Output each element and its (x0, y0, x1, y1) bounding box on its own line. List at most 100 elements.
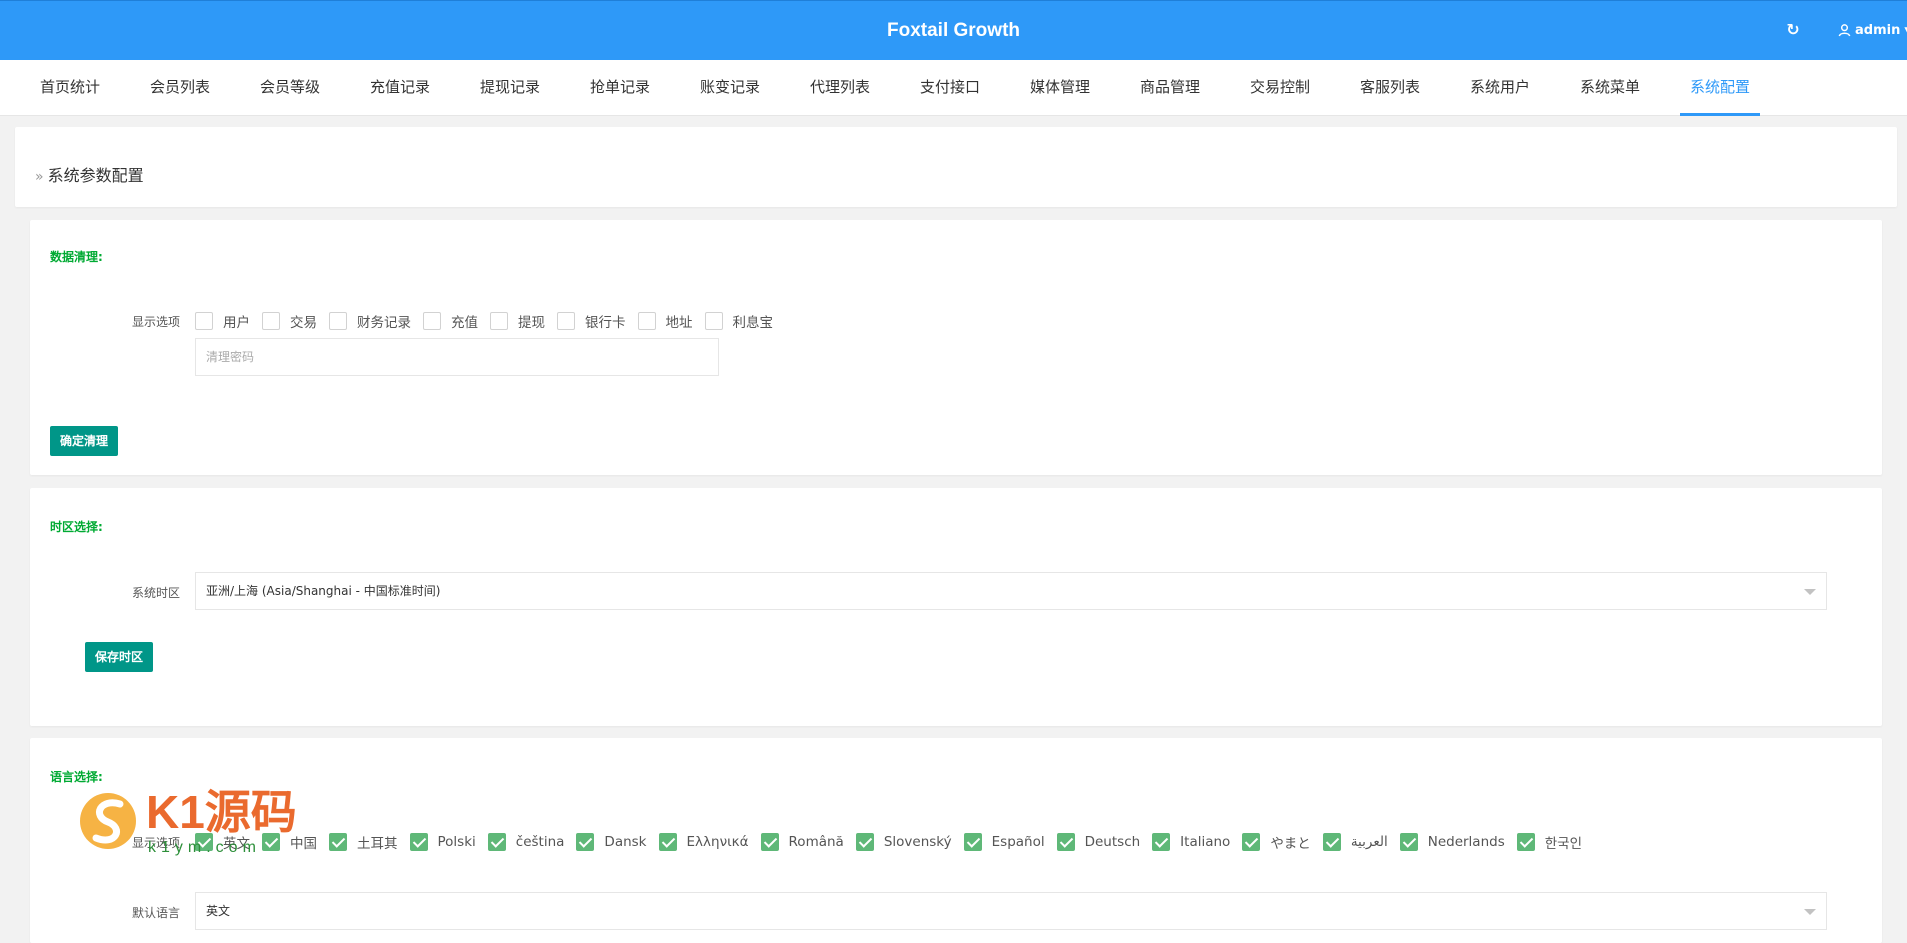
checkbox-checked-icon[interactable] (1056, 833, 1075, 851)
language-checkbox-2[interactable]: 土耳其 (329, 832, 398, 852)
language-checkbox-label: Nederlands (1427, 834, 1505, 850)
checkbox-checked-icon[interactable] (855, 833, 874, 851)
app-title: Foxtail Growth (887, 20, 1020, 41)
nav-item-1[interactable]: 会员列表 (140, 60, 220, 116)
checkbox-checked-icon[interactable] (1322, 833, 1341, 851)
language-checkbox-label: 한국인 (1544, 836, 1582, 852)
language-checkbox-13[interactable]: العربية (1322, 833, 1388, 851)
user-menu[interactable]: admin ▼ (1838, 23, 1907, 38)
checkbox-checked-icon[interactable] (760, 833, 779, 851)
clean-checkbox-label: 提现 (518, 315, 545, 331)
checkbox-checked-icon[interactable] (329, 833, 347, 851)
language-checkbox-11[interactable]: Italiano (1152, 833, 1230, 851)
nav-item-10[interactable]: 商品管理 (1130, 60, 1210, 116)
language-checkbox-15[interactable]: 한국인 (1516, 832, 1582, 852)
language-checkbox-3[interactable]: Polski (409, 833, 476, 851)
language-checkbox-label: Español (991, 834, 1045, 850)
checkbox-checked-icon[interactable] (658, 833, 677, 851)
clean-checkbox-label: 交易 (290, 315, 317, 331)
nav-item-2[interactable]: 会员等级 (250, 60, 330, 116)
language-checkbox-label: 土耳其 (357, 836, 398, 852)
checkbox-unchecked-icon[interactable] (637, 312, 656, 330)
checkbox-checked-icon[interactable] (487, 833, 506, 851)
timezone-card: 时区选择: 系统时区 亚洲/上海 (Asia/Shanghai - 中国标准时间… (30, 488, 1882, 726)
nav-item-14[interactable]: 系统菜单 (1570, 60, 1650, 116)
language-checkbox-6[interactable]: Ελληνικά (658, 833, 749, 851)
checkbox-unchecked-icon[interactable] (329, 312, 347, 330)
timezone-value: 亚洲/上海 (Asia/Shanghai - 中国标准时间) (206, 584, 441, 598)
chevron-down-icon (1804, 589, 1816, 595)
user-name: admin (1855, 23, 1901, 38)
language-checkbox-7[interactable]: Română (760, 833, 844, 851)
checkbox-checked-icon[interactable] (963, 833, 982, 851)
checkbox-checked-icon[interactable] (1152, 833, 1171, 851)
timezone-select[interactable]: 亚洲/上海 (Asia/Shanghai - 中国标准时间) (195, 572, 1827, 610)
checkbox-unchecked-icon[interactable] (195, 312, 213, 330)
checkbox-unchecked-icon[interactable] (704, 312, 723, 330)
language-checkbox-label: Dansk (604, 834, 647, 850)
clean-checkbox-label: 利息宝 (732, 315, 774, 331)
language-checkbox-8[interactable]: Slovenský (855, 833, 952, 851)
language-checkbox-12[interactable]: やまと (1242, 832, 1311, 852)
checkbox-checked-icon[interactable] (1399, 833, 1418, 851)
language-options: 英文 中国 土耳其 Polski čeština Dansk Ελληνικά Română S… (195, 832, 1594, 852)
clean-checkbox-5[interactable]: 银行卡 (557, 311, 626, 331)
data-clean-options-label: 显示选项 (131, 315, 180, 329)
checkbox-checked-icon[interactable] (409, 833, 428, 851)
checkbox-unchecked-icon[interactable] (423, 312, 441, 330)
language-checkbox-5[interactable]: Dansk (576, 833, 647, 851)
language-card: 语言选择: 显示选项 英文 中国 土耳其 Polski čeština Dansk Ελλη… (30, 738, 1882, 943)
language-checkbox-10[interactable]: Deutsch (1056, 833, 1140, 851)
user-icon (1838, 24, 1851, 37)
clean-checkbox-label: 地址 (665, 315, 693, 331)
clean-checkbox-label: 充值 (451, 315, 478, 331)
clean-checkbox-2[interactable]: 财务记录 (329, 311, 411, 331)
checkbox-unchecked-icon[interactable] (262, 312, 280, 330)
nav-item-4[interactable]: 提现记录 (470, 60, 550, 116)
nav-item-9[interactable]: 媒体管理 (1020, 60, 1100, 116)
clean-checkbox-label: 财务记录 (357, 315, 411, 331)
clean-checkbox-4[interactable]: 提现 (490, 311, 545, 331)
language-checkbox-label: Slovenský (883, 834, 952, 850)
language-checkbox-label: العربية (1350, 834, 1388, 850)
language-checkbox-9[interactable]: Español (963, 833, 1045, 851)
nav-item-0[interactable]: 首页统计 (30, 60, 110, 116)
checkbox-checked-icon[interactable] (576, 833, 595, 851)
page-title: » 系统参数配置 (35, 166, 144, 185)
checkbox-checked-icon[interactable] (1242, 833, 1261, 851)
default-language-select[interactable]: 英文 (195, 892, 1827, 930)
checkbox-checked-icon[interactable] (1516, 833, 1535, 851)
chevron-down-icon (1804, 909, 1816, 915)
nav-item-5[interactable]: 抢单记录 (580, 60, 660, 116)
clean-checkbox-label: 银行卡 (585, 315, 626, 331)
language-checkbox-label: Italiano (1180, 834, 1231, 850)
refresh-icon[interactable]: ↻ (1784, 21, 1802, 39)
checkbox-unchecked-icon[interactable] (557, 312, 575, 330)
language-checkbox-label: Română (788, 834, 844, 850)
language-checkbox-14[interactable]: Nederlands (1399, 833, 1505, 851)
nav-item-6[interactable]: 账变记录 (690, 60, 770, 116)
nav-item-13[interactable]: 系统用户 (1460, 60, 1540, 116)
nav-item-11[interactable]: 交易控制 (1240, 60, 1320, 116)
language-checkbox-label: Polski (437, 834, 476, 850)
page-header-card: » 系统参数配置 (15, 127, 1897, 207)
clean-checkbox-3[interactable]: 充值 (423, 311, 478, 331)
checkbox-unchecked-icon[interactable] (490, 312, 508, 330)
clean-checkbox-0[interactable]: 用户 (195, 311, 250, 331)
nav-item-3[interactable]: 充值记录 (360, 60, 440, 116)
data-clean-options: 用户 交易 财务记录 充值 提现 银行卡 地址 利息宝 (195, 311, 785, 331)
watermark-text: K1源码 (146, 786, 297, 838)
clean-password-input[interactable] (195, 338, 719, 376)
clean-checkbox-6[interactable]: 地址 (637, 311, 693, 331)
nav-item-15[interactable]: 系统配置 (1680, 60, 1761, 116)
clean-checkbox-label: 用户 (223, 315, 250, 331)
nav-item-8[interactable]: 支付接口 (910, 60, 990, 116)
clean-checkbox-7[interactable]: 利息宝 (704, 311, 774, 331)
confirm-clean-button[interactable]: 确定清理 (50, 426, 119, 456)
nav-item-12[interactable]: 客服列表 (1350, 60, 1430, 116)
language-checkbox-4[interactable]: čeština (487, 833, 564, 851)
nav-item-7[interactable]: 代理列表 (800, 60, 880, 116)
clean-checkbox-1[interactable]: 交易 (262, 311, 317, 331)
save-timezone-button[interactable]: 保存时区 (85, 642, 154, 672)
default-language-label: 默认语言 (131, 906, 180, 920)
